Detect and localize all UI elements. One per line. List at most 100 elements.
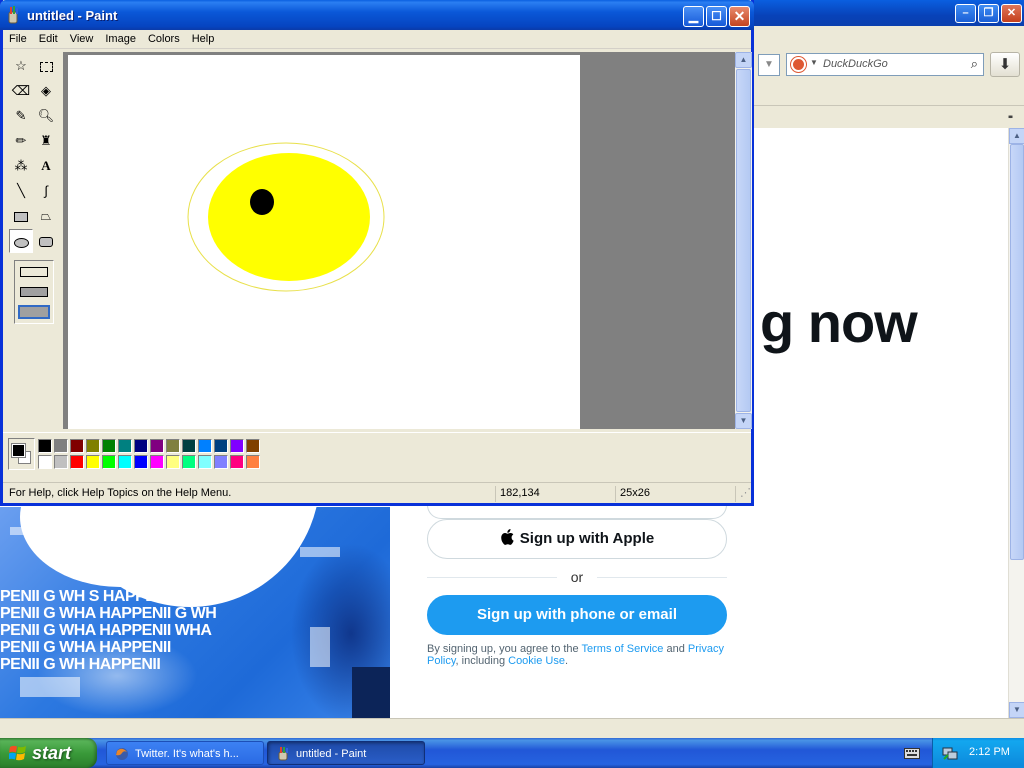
polygon-tool-icon[interactable]: ⏢ [34, 204, 58, 228]
scroll-down-button[interactable]: ▼ [1009, 702, 1024, 718]
menu-edit[interactable]: Edit [33, 30, 64, 45]
signup-phone-email-button[interactable]: Sign up with phone or email [427, 595, 727, 635]
curve-tool-icon[interactable]: ∫ [34, 179, 58, 203]
palette-swatch[interactable] [182, 439, 196, 453]
privacy-policy-link[interactable]: Privacy [688, 643, 724, 655]
paint-window: untitled - Paint ▁ ☐ ✕ File Edit View Image… [0, 0, 754, 506]
pencil-icon[interactable]: ✏︎ [9, 129, 33, 153]
palette-swatch[interactable] [150, 455, 164, 469]
text-tool-icon[interactable]: A [34, 154, 58, 178]
palette-swatch[interactable] [118, 455, 132, 469]
free-form-select-icon[interactable]: ☆ [9, 54, 33, 78]
palette-swatch[interactable] [214, 439, 228, 453]
outline-only-option[interactable] [20, 267, 48, 277]
palette-swatch[interactable] [70, 439, 84, 453]
palette-swatch[interactable] [70, 455, 84, 469]
menu-view[interactable]: View [64, 30, 100, 45]
canvas-scroll-down-button[interactable]: ▼ [735, 413, 752, 429]
url-dropdown-button[interactable]: ▼ [758, 54, 780, 76]
ellipse-tool-icon[interactable] [9, 229, 33, 253]
download-button[interactable]: ⬇ [990, 52, 1020, 77]
fill-only-option[interactable] [20, 307, 48, 317]
rounded-rectangle-tool-icon[interactable] [34, 229, 58, 253]
palette-swatch[interactable] [230, 455, 244, 469]
paint-minimize-button[interactable]: ▁ [683, 6, 704, 27]
search-box[interactable]: ▼ DuckDuckGo ⌕ [786, 53, 984, 76]
taskbar-item-twitter[interactable]: Twitter. It's what's h... [106, 741, 264, 765]
terms-text: By signing up, you agree to the Terms of… [427, 643, 724, 667]
palette-swatch[interactable] [198, 439, 212, 453]
palette-swatch[interactable] [102, 439, 116, 453]
paint-statusbar: For Help, click Help Topics on the Help … [3, 482, 751, 503]
drawing-canvas[interactable] [68, 55, 580, 429]
outline-fill-option[interactable] [20, 287, 48, 297]
menu-image[interactable]: Image [99, 30, 142, 45]
apple-icon [501, 529, 514, 545]
browser-close-button[interactable]: ✕ [1001, 4, 1022, 23]
fill-bucket-icon[interactable]: ◈ [34, 79, 58, 103]
start-button[interactable]: start [0, 738, 97, 768]
cookie-use-link[interactable]: Cookie Use [508, 655, 565, 667]
menu-help[interactable]: Help [186, 30, 221, 45]
palette-swatch[interactable] [38, 439, 52, 453]
search-input[interactable]: DuckDuckGo [823, 58, 888, 70]
palette-swatch[interactable] [134, 455, 148, 469]
brush-icon[interactable]: ♜ [34, 129, 58, 153]
windows-logo-icon [9, 745, 26, 761]
palette-swatch[interactable] [102, 455, 116, 469]
canvas-scroll-up-button[interactable]: ▲ [735, 52, 752, 68]
firefox-icon [116, 748, 128, 760]
palette-swatch[interactable] [54, 439, 68, 453]
keyboard-icon[interactable] [904, 746, 920, 760]
current-colors[interactable] [8, 438, 35, 470]
artwork-text: W PENII G WH S HAPPENII WHA PENII G WHA … [0, 571, 265, 673]
palette-swatch[interactable] [54, 455, 68, 469]
rectangle-select-icon[interactable] [34, 54, 58, 78]
palette-swatch[interactable] [166, 455, 180, 469]
fill-style-options [14, 260, 54, 324]
palette-swatch[interactable] [214, 455, 228, 469]
palette-swatch[interactable] [198, 455, 212, 469]
rectangle-tool-icon[interactable] [9, 204, 33, 228]
canvas-scrollbar[interactable]: ▲ ▼ [735, 52, 752, 429]
palette-swatch[interactable] [182, 455, 196, 469]
scroll-thumb[interactable] [1010, 144, 1024, 560]
canvas-scroll-thumb[interactable] [736, 69, 751, 412]
palette-swatch[interactable] [86, 439, 100, 453]
palette-swatch[interactable] [246, 439, 260, 453]
chevron-down-icon[interactable]: ▼ [810, 58, 818, 67]
privacy-policy-link-2[interactable]: Policy [427, 655, 456, 667]
menu-colors[interactable]: Colors [142, 30, 186, 45]
browser-restore-button[interactable]: ❐ [978, 4, 999, 23]
menu-file[interactable]: File [3, 30, 33, 45]
palette-swatch[interactable] [246, 455, 260, 469]
eraser-icon[interactable]: ⌫ [9, 79, 33, 103]
paint-maximize-button[interactable]: ☐ [706, 6, 727, 27]
color-palette [3, 432, 751, 478]
browser-minimize-button[interactable]: – [955, 4, 976, 23]
paint-titlebar[interactable]: untitled - Paint ▁ ☐ ✕ [0, 0, 754, 30]
status-help-text: For Help, click Help Topics on the Help … [9, 487, 232, 499]
color-picker-icon[interactable]: ✎ [9, 104, 33, 128]
palette-swatch[interactable] [38, 455, 52, 469]
palette-swatch[interactable] [118, 439, 132, 453]
resize-grip-icon[interactable]: ⋰ [735, 486, 751, 502]
palette-swatch[interactable] [166, 439, 180, 453]
palette-swatch[interactable] [150, 439, 164, 453]
terms-of-service-link[interactable]: Terms of Service [582, 643, 664, 655]
scroll-up-button[interactable]: ▲ [1009, 128, 1024, 144]
line-tool-icon[interactable]: ╲ [9, 179, 33, 203]
palette-swatch[interactable] [86, 455, 100, 469]
palette-swatch[interactable] [134, 439, 148, 453]
black-dot [250, 189, 274, 215]
page-scrollbar[interactable]: ▲ ▼ [1008, 128, 1024, 718]
palette-swatch[interactable] [230, 439, 244, 453]
paint-close-button[interactable]: ✕ [729, 6, 750, 27]
network-status-icon[interactable] [942, 745, 958, 761]
search-icon[interactable]: ⌕ [971, 56, 978, 72]
signup-apple-button[interactable]: Sign up with Apple [427, 519, 727, 559]
magnifier-icon[interactable]: 🔍︎ [34, 104, 58, 128]
airbrush-icon[interactable]: ⁂ [9, 154, 33, 178]
toolbar-grip-icon: ▪▪ [1008, 112, 1013, 123]
taskbar-item-paint[interactable]: untitled - Paint [267, 741, 425, 765]
